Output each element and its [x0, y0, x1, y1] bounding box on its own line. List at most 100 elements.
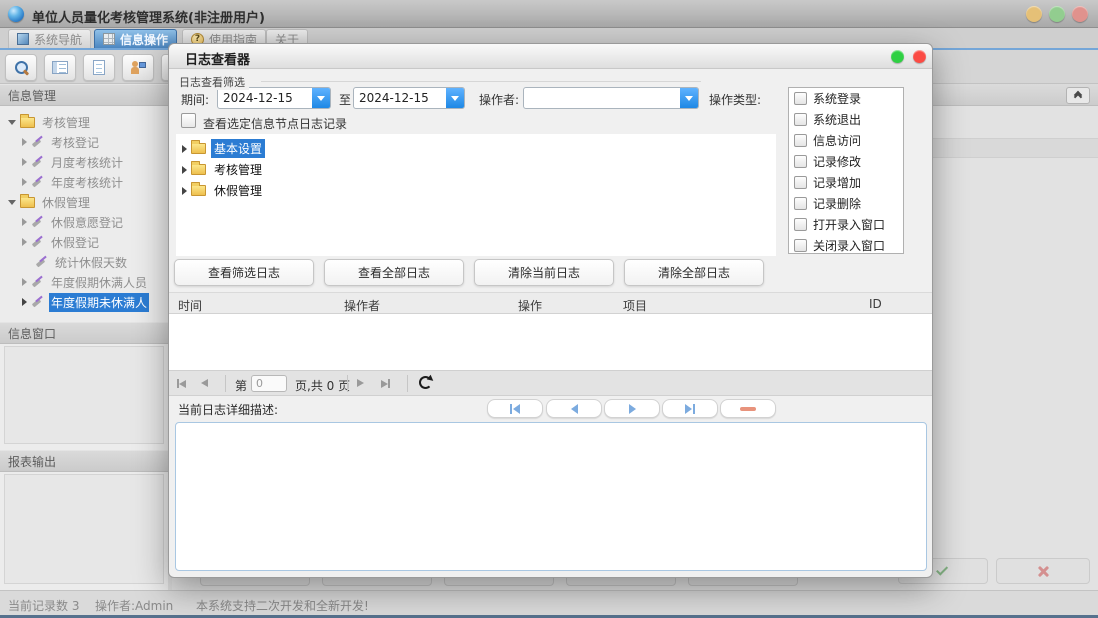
- prev-page-button[interactable]: [201, 379, 208, 387]
- dialog-tree-item-basic-settings[interactable]: 基本设置: [182, 138, 265, 159]
- checkbox-icon[interactable]: [794, 239, 807, 252]
- page-total-label: 页,共 0 页: [295, 377, 350, 394]
- column-header-time[interactable]: 时间: [178, 297, 202, 314]
- sidebar-item-leave-not-full[interactable]: 年度假期未休满人: [0, 292, 168, 312]
- dialog-tree-item-leave-mgmt[interactable]: 休假管理: [182, 180, 265, 201]
- op-type-option[interactable]: 记录删除: [789, 193, 903, 214]
- page-number-input[interactable]: [251, 375, 287, 392]
- view-filtered-logs-button[interactable]: 查看筛选日志: [174, 259, 314, 286]
- checkbox-icon[interactable]: [794, 134, 807, 147]
- op-type-option[interactable]: 记录增加: [789, 172, 903, 193]
- record-next-button[interactable]: [604, 399, 660, 418]
- checkbox-icon[interactable]: [794, 218, 807, 231]
- op-type-option[interactable]: 关闭录入窗口: [789, 235, 903, 254]
- window-minimize-button[interactable]: [1026, 6, 1042, 22]
- checkbox-icon[interactable]: [794, 92, 807, 105]
- op-type-option[interactable]: 系统登录: [789, 88, 903, 109]
- chevron-down-icon: [451, 96, 459, 101]
- form-view-button[interactable]: [44, 54, 76, 81]
- sidebar-header-report-output[interactable]: 报表输出: [0, 450, 168, 472]
- tool-icon: [31, 176, 44, 189]
- window-close-button[interactable]: [1072, 6, 1088, 22]
- chevron-right-icon[interactable]: [22, 298, 27, 306]
- op-type-option[interactable]: 系统退出: [789, 109, 903, 130]
- sidebar-item-yearly-stats[interactable]: 年度考核统计: [0, 172, 168, 192]
- search-button[interactable]: [5, 54, 37, 81]
- dropdown-button[interactable]: [312, 88, 330, 108]
- button-label: 查看筛选日志: [208, 264, 280, 281]
- chevron-right-icon[interactable]: [182, 187, 187, 195]
- op-type-option[interactable]: 信息访问: [789, 130, 903, 151]
- check-icon: [936, 564, 948, 576]
- minus-icon: [740, 407, 756, 411]
- record-delete-button[interactable]: [720, 399, 776, 418]
- op-type-option[interactable]: 记录修改: [789, 151, 903, 172]
- chevron-right-icon[interactable]: [22, 218, 27, 226]
- chevron-right-icon[interactable]: [182, 166, 187, 174]
- dialog-close-button[interactable]: [913, 50, 926, 63]
- column-header-operation[interactable]: 操作: [518, 297, 542, 314]
- refresh-icon[interactable]: [419, 376, 432, 389]
- sidebar-item-monthly-stats[interactable]: 月度考核统计: [0, 152, 168, 172]
- collapse-panel-button[interactable]: [1066, 87, 1090, 104]
- chevron-right-icon[interactable]: [22, 278, 27, 286]
- column-header-project[interactable]: 项目: [623, 297, 647, 314]
- checkbox-icon[interactable]: [794, 113, 807, 126]
- first-page-button[interactable]: [177, 379, 186, 388]
- document-button[interactable]: [83, 54, 115, 81]
- tool-icon: [31, 236, 44, 249]
- tab-system-nav[interactable]: 系统导航: [8, 29, 91, 48]
- dropdown-button[interactable]: [446, 88, 464, 108]
- checkbox-icon[interactable]: [794, 197, 807, 210]
- divider: [347, 375, 348, 392]
- date-from-select[interactable]: 2024-12-15: [217, 87, 331, 109]
- checkbox-icon[interactable]: [794, 155, 807, 168]
- dialog-maximize-button[interactable]: [891, 50, 904, 63]
- next-page-button[interactable]: [357, 379, 364, 387]
- detail-description-textarea[interactable]: [175, 422, 927, 571]
- date-to-select[interactable]: 2024-12-15: [353, 87, 465, 109]
- window-maximize-button[interactable]: [1049, 6, 1065, 22]
- tab-info-operation[interactable]: 信息操作: [94, 29, 177, 48]
- record-prev-button[interactable]: [546, 399, 602, 418]
- op-type-option-label: 信息访问: [813, 132, 861, 149]
- folder-icon: [191, 143, 206, 154]
- view-all-logs-button[interactable]: 查看全部日志: [324, 259, 464, 286]
- checkbox-icon[interactable]: [794, 176, 807, 189]
- chevron-right-icon[interactable]: [22, 138, 27, 146]
- filter-group-label: 日志查看筛选: [179, 74, 249, 90]
- chevron-right-icon[interactable]: [22, 158, 27, 166]
- sidebar-item-leave-register[interactable]: 休假登记: [0, 232, 168, 252]
- chevron-right-icon[interactable]: [22, 238, 27, 246]
- column-header-operator[interactable]: 操作者: [344, 297, 380, 314]
- op-type-option[interactable]: 打开录入窗口: [789, 214, 903, 235]
- last-page-button[interactable]: [381, 379, 390, 388]
- clear-all-logs-button[interactable]: 清除全部日志: [624, 259, 764, 286]
- sidebar-item-leave-full[interactable]: 年度假期休满人员: [0, 272, 168, 292]
- button-label: 查看全部日志: [358, 264, 430, 281]
- sidebar-header-info-window[interactable]: 信息窗口: [0, 322, 168, 344]
- person-report-button[interactable]: [122, 54, 154, 81]
- chevron-down-icon[interactable]: [8, 120, 16, 125]
- dropdown-button[interactable]: [680, 88, 698, 108]
- record-first-button[interactable]: [487, 399, 543, 418]
- cancel-button[interactable]: [996, 558, 1090, 584]
- chevron-right-icon[interactable]: [182, 145, 187, 153]
- dialog-tree-item-assessment-mgmt[interactable]: 考核管理: [182, 159, 265, 180]
- sidebar-item-leave-mgmt[interactable]: 休假管理: [0, 192, 168, 212]
- sidebar-item-assessment-register[interactable]: 考核登记: [0, 132, 168, 152]
- chevron-down-icon[interactable]: [8, 200, 16, 205]
- square-icon: [17, 33, 29, 45]
- tree-item-label: 考核管理: [211, 160, 265, 179]
- column-header-id[interactable]: ID: [869, 297, 882, 311]
- divider: [225, 375, 226, 392]
- node-filter-checkbox[interactable]: [181, 113, 196, 128]
- sidebar-item-leave-days-stats[interactable]: 统计休假天数: [0, 252, 168, 272]
- sidebar-header-info-management[interactable]: 信息管理: [0, 84, 168, 106]
- sidebar-item-assessment-mgmt[interactable]: 考核管理: [0, 112, 168, 132]
- chevron-right-icon[interactable]: [22, 178, 27, 186]
- clear-current-logs-button[interactable]: 清除当前日志: [474, 259, 614, 286]
- operator-select[interactable]: [523, 87, 699, 109]
- sidebar-item-leave-wish[interactable]: 休假意愿登记: [0, 212, 168, 232]
- record-last-button[interactable]: [662, 399, 718, 418]
